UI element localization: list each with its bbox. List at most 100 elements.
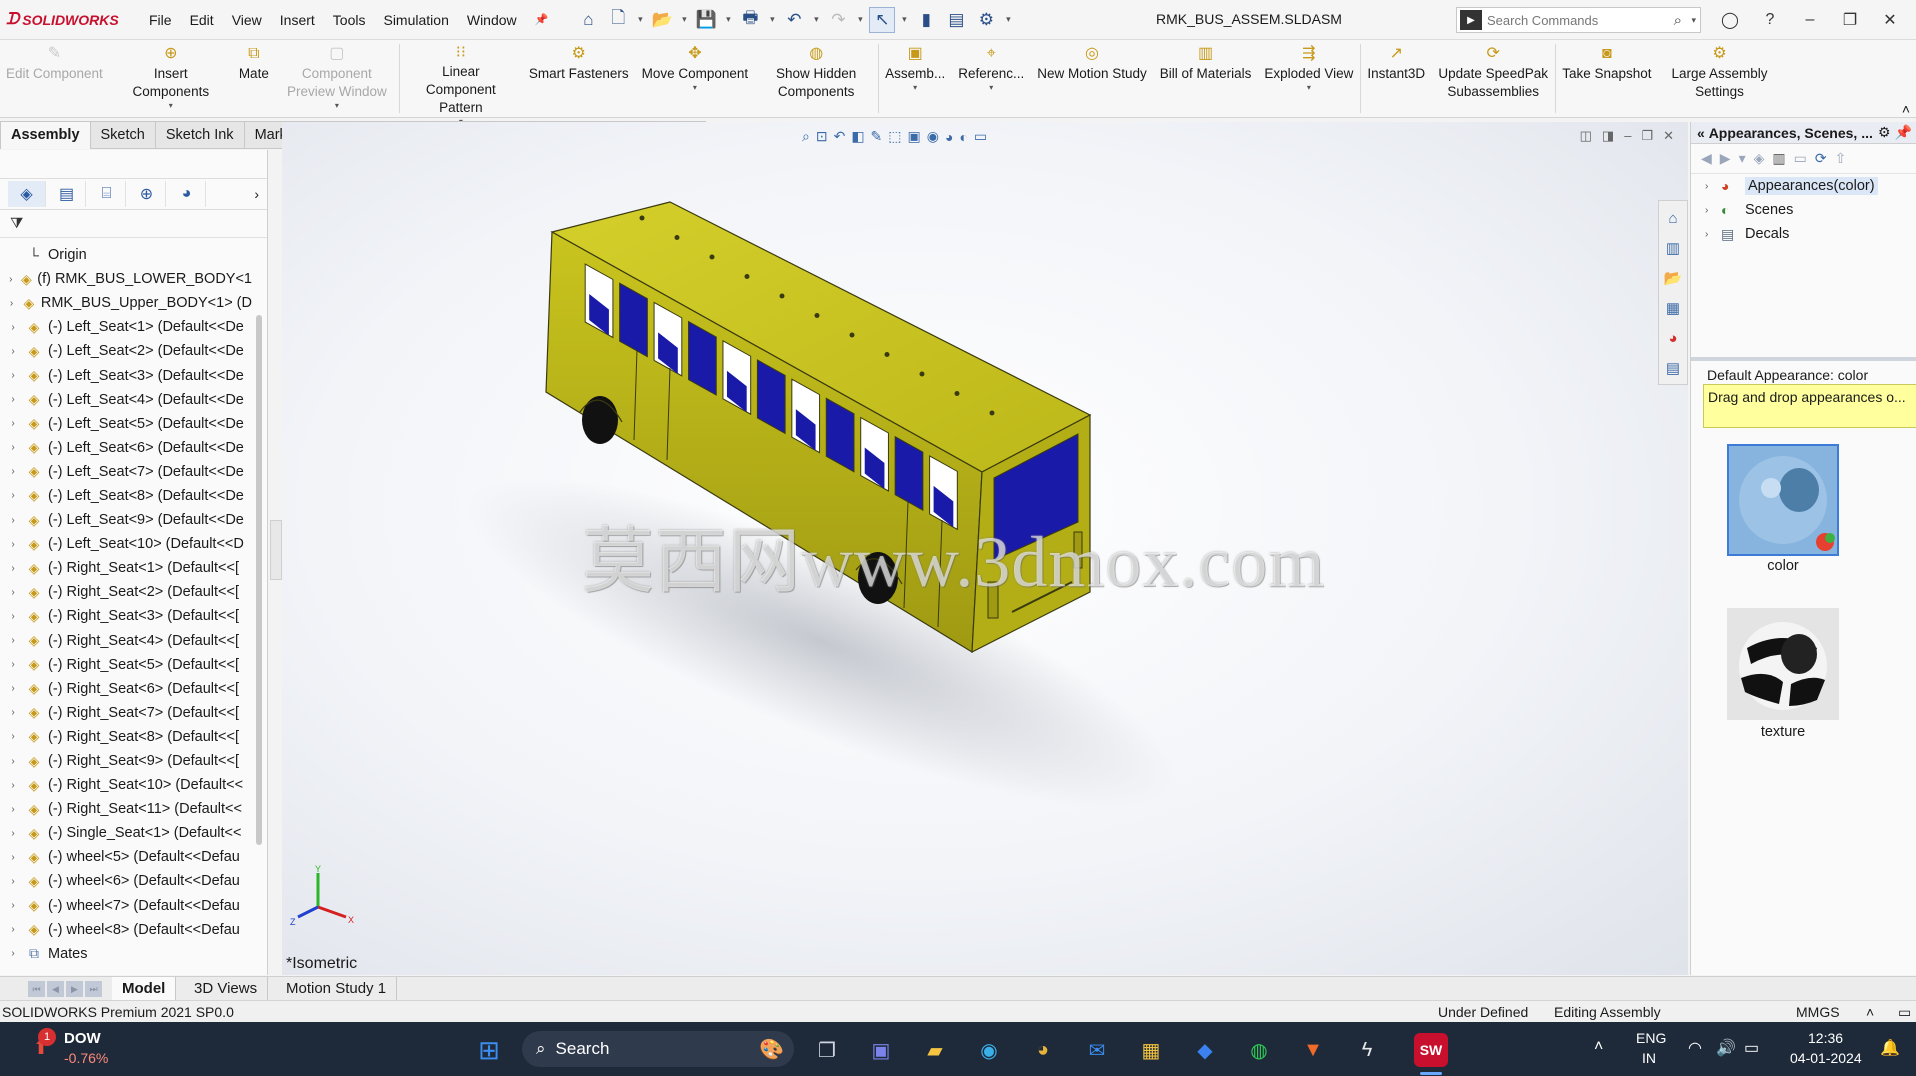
tree-component[interactable]: › ◈ (-) Right_Seat<6> (Default<<[ [0,677,252,701]
expand-chevron-icon[interactable]: › [6,659,20,670]
chevron-down-icon[interactable]: ▾ [1691,15,1696,26]
tree-component[interactable]: › ◈ (-) Left_Seat<9> (Default<<De [0,508,252,532]
command-preview-window[interactable]: ▢ Component Preview Window ▾ [276,40,399,117]
clock-date[interactable]: 04-01-2024 [1790,1050,1862,1066]
expand-chevron-icon[interactable]: › [6,370,20,381]
forward-arrow-icon[interactable]: ▶ [1720,150,1731,167]
collapse-pane-icon[interactable]: « [1697,125,1705,141]
wifi-icon[interactable]: ◠ [1688,1038,1702,1058]
chevron-down-icon[interactable]: ▾ [335,101,339,111]
tree-component[interactable]: › ◈ (-) wheel<5> (Default<<Defau [0,845,252,869]
last-tab-icon[interactable]: ⏭ [85,981,102,997]
expand-chevron-icon[interactable]: › [6,563,20,574]
tree-component[interactable]: › ◈ (-) Left_Seat<4> (Default<<De [0,388,252,412]
texture-swatch[interactable] [1727,608,1839,720]
tree-component[interactable]: › ◈ (-) Left_Seat<5> (Default<<De [0,412,252,436]
expand-chevron-icon[interactable]: › [6,828,20,839]
chevron-down-icon[interactable]: ▾ [899,14,909,25]
tree-component[interactable]: › ◈ (-) Right_Seat<10> (Default<< [0,773,252,797]
chevron-down-icon[interactable]: ▾ [811,14,821,25]
expand-chevron-icon[interactable]: › [6,587,20,598]
minimize-icon[interactable]: – [1790,6,1830,34]
expand-chevron-icon[interactable]: › [6,322,20,333]
tree-component[interactable]: › ◈ (-) Right_Seat<4> (Default<<[ [0,629,252,653]
tree-component[interactable]: › ◈ RMK_BUS_Upper_BODY<1> (D [0,291,252,315]
edge-browser-icon[interactable]: ◉ [972,1033,1006,1067]
tree-mates[interactable]: › ⧉ Mates [0,942,252,966]
search-commands-input[interactable]: ▶ Search Commands ⌕ ▾ [1456,7,1701,33]
graphics-area[interactable]: ⌕ ⊡ ↶ ◧ ✎ ⬚ ▣ ◉ ◕ ◐ ▭ ◫ ◨ – ❐ ✕ 莫西网www.3… [282,122,1688,975]
expand-chevron-icon[interactable]: › [6,394,20,405]
restore-icon[interactable]: ❐ [1830,6,1870,34]
menu-insert[interactable]: Insert [271,12,324,28]
expand-chevron-icon[interactable]: › [6,900,20,911]
expand-chevron-icon[interactable]: › [6,346,20,357]
menu-simulation[interactable]: Simulation [374,12,457,28]
new-folder-icon[interactable]: ▭ [1794,150,1807,167]
command-mate[interactable]: ⧉ Mate [233,40,276,117]
brave-browser-icon[interactable]: ▼ [1296,1033,1330,1067]
expand-chevron-icon[interactable]: › [6,635,20,646]
expand-chevron-icon[interactable]: › [6,490,20,501]
file-explorer-icon[interactable]: ▰ [918,1033,952,1067]
command-instant3d[interactable]: ↗ Instant3D [1361,40,1432,117]
tree-component[interactable]: › ◈ (-) Right_Seat<2> (Default<<[ [0,580,252,604]
command-assembly-features[interactable]: ▣ Assemb... ▾ [879,40,952,117]
tab-sketch-ink[interactable]: Sketch Ink [155,121,245,149]
expand-chevron-icon[interactable]: › [6,442,20,453]
language-bottom[interactable]: IN [1642,1050,1656,1066]
home-icon[interactable]: ⌂ [575,7,601,33]
chevron-down-icon[interactable]: ▾ [635,14,645,25]
command-edit-component[interactable]: ✎ Edit Component [0,40,110,117]
menu-window[interactable]: Window [458,12,526,28]
expand-chevron-icon[interactable]: › [6,274,16,285]
tree-component[interactable]: › ◈ (-) Left_Seat<1> (Default<<De [0,315,252,339]
custom-properties-icon[interactable]: ▤ [1662,357,1684,379]
pin-icon[interactable]: 📌 [1895,124,1912,141]
tree-component[interactable]: › ◈ (f) RMK_BUS_LOWER_BODY<1 [0,267,252,291]
chevron-down-icon[interactable]: ▾ [723,14,733,25]
solidworks-logo[interactable]: ᗪ SOLIDWORKS [0,11,140,29]
save-icon[interactable]: 💾 [693,7,719,33]
command-large-assembly[interactable]: ⚙ Large Assembly Settings [1659,40,1782,117]
tab-motion-study-1[interactable]: Motion Study 1 [276,977,398,1001]
magnifier-icon[interactable]: ⌕ [1674,12,1682,29]
view-palette-icon[interactable]: ▦ [1662,297,1684,319]
command-smart-fasteners[interactable]: ⚙ Smart Fasteners [523,40,636,117]
expand-chevron-icon[interactable]: › [6,780,20,791]
language-top[interactable]: ENG [1636,1030,1666,1046]
command-show-hidden[interactable]: ◍ Show Hidden Components [755,40,878,117]
chevron-down-icon[interactable]: ▾ [169,101,173,111]
tree-component[interactable]: › ◈ (-) Left_Seat<8> (Default<<De [0,484,252,508]
chrome-browser-icon[interactable]: ◕ [1026,1033,1060,1067]
tree-component[interactable]: › ◈ (-) Left_Seat<6> (Default<<De [0,436,252,460]
expand-chevron-icon[interactable]: › [6,707,20,718]
add-to-library-icon[interactable]: ◈ [1754,150,1765,167]
command-reference-geometry[interactable]: ⌖ Referenc... ▾ [952,40,1031,117]
tree-component[interactable]: › ◈ (-) Right_Seat<8> (Default<<[ [0,725,252,749]
menu-tools[interactable]: Tools [324,12,375,28]
tree-component[interactable]: › ◈ (-) Single_Seat<1> (Default<< [0,821,252,845]
tree-component[interactable]: › ◈ (-) Left_Seat<7> (Default<<De [0,460,252,484]
edit-mode[interactable]: Editing Assembly [1554,1004,1661,1020]
expand-chevron-icon[interactable]: › [1705,181,1717,192]
tree-component[interactable]: › ◈ (-) Right_Seat<9> (Default<<[ [0,749,252,773]
chevron-down-icon[interactable]: ▾ [679,14,689,25]
expand-chevron-icon[interactable]: › [6,418,20,429]
solidworks-taskbar-icon[interactable]: SW [1414,1033,1448,1067]
options-gear-icon[interactable]: ⚙ [973,7,999,33]
prev-tab-icon[interactable]: ◀ [47,981,64,997]
undo-icon[interactable]: ↶ [781,7,807,33]
command-insert-components[interactable]: ⊕ Insert Components ▾ [110,40,233,117]
pin-menu-icon[interactable]: 📌 [526,13,558,26]
chevron-down-icon[interactable]: ▾ [693,83,697,93]
back-arrow-icon[interactable]: ◀ [1701,150,1712,167]
open-folder-icon[interactable]: 📂 [649,7,675,33]
lightning-app-icon[interactable]: ϟ [1350,1033,1384,1067]
traffic-light-icon[interactable]: ▮ [913,7,939,33]
expand-chevron-icon[interactable]: › [6,298,17,309]
status-tooltip-icon[interactable]: ▭ [1898,1004,1911,1021]
tree-component[interactable]: › ◈ (-) wheel<6> (Default<<Defau [0,869,252,893]
panel-splitter[interactable] [270,520,282,580]
tree-component[interactable]: › ◈ (-) Right_Seat<7> (Default<<[ [0,701,252,725]
